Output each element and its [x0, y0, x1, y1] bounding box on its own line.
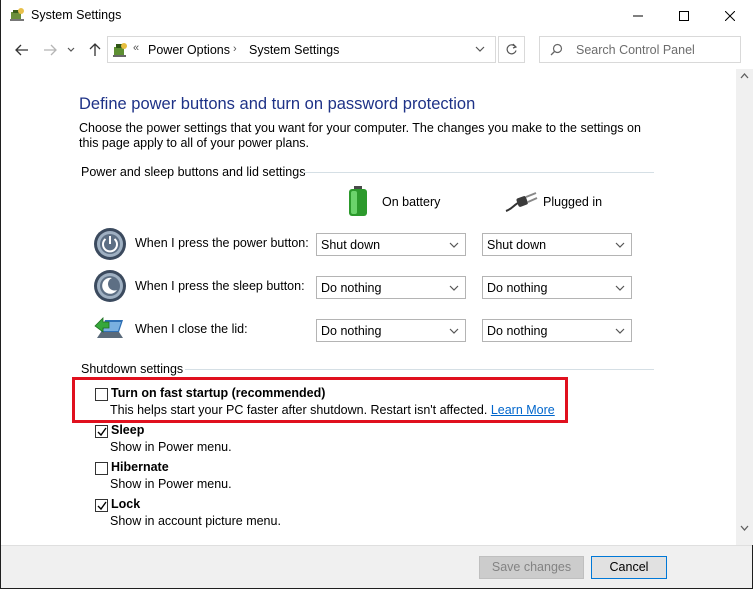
sleep-button-plugged-select[interactable]: Do nothing [482, 276, 632, 299]
content-area: Define power buttons and turn on passwor… [1, 69, 736, 545]
sleep-title: Sleep [111, 423, 145, 437]
overflow-chevron[interactable]: « [133, 42, 139, 54]
selected-value: Shut down [487, 238, 547, 252]
control-panel-icon [113, 43, 127, 57]
selected-value: Shut down [321, 238, 381, 252]
lock-checkbox[interactable] [95, 499, 108, 512]
checkmark-icon [97, 501, 107, 511]
cancel-button[interactable]: Cancel [591, 556, 667, 579]
close-button[interactable] [707, 0, 753, 31]
sleep-button-battery-select[interactable]: Do nothing [316, 276, 466, 299]
lock-description: Show in account picture menu. [110, 514, 281, 528]
hibernate-checkbox[interactable] [95, 462, 108, 475]
fast-startup-checkbox[interactable] [95, 388, 108, 401]
chevron-down-icon [449, 285, 459, 291]
forward-button[interactable] [41, 41, 59, 59]
chevron-down-icon [615, 242, 625, 248]
power-button-battery-select[interactable]: Shut down [316, 233, 466, 256]
power-button-label: When I press the power button: [135, 236, 309, 250]
back-arrow-icon [15, 44, 28, 56]
chevron-down-icon [67, 47, 75, 52]
minimize-button[interactable] [615, 0, 661, 31]
forward-arrow-icon [44, 44, 57, 56]
shutdown-group-label: Shutdown settings [81, 362, 184, 376]
buttons-group-label: Power and sleep buttons and lid settings [81, 165, 306, 179]
laptop-lid-icon [94, 317, 123, 338]
title-bar: System Settings [1, 0, 753, 31]
selected-value: Do nothing [487, 281, 548, 295]
back-button[interactable] [13, 41, 31, 59]
refresh-icon [506, 43, 518, 55]
navigation-bar: « Power Options › System Settings [1, 31, 753, 69]
lid-battery-select[interactable]: Do nothing [316, 319, 466, 342]
search-input[interactable] [576, 40, 736, 59]
address-dropdown-icon[interactable] [475, 44, 485, 54]
selected-value: Do nothing [321, 281, 382, 295]
power-options-icon [10, 8, 24, 21]
sleep-button-icon [94, 270, 126, 302]
breadcrumb-system-settings[interactable]: System Settings [249, 43, 339, 57]
fast-startup-desc-text: This helps start your PC faster after sh… [110, 403, 488, 417]
selected-value: Do nothing [487, 324, 548, 338]
save-changes-button[interactable]: Save changes [479, 556, 584, 579]
chevron-down-icon [615, 328, 625, 334]
chevron-down-icon [449, 242, 459, 248]
search-box[interactable] [539, 36, 741, 63]
hibernate-title: Hibernate [111, 460, 169, 474]
hibernate-description: Show in Power menu. [110, 477, 232, 491]
plugged-in-header: Plugged in [543, 195, 603, 209]
up-arrow-icon [89, 43, 101, 56]
learn-more-link[interactable]: Learn More [491, 403, 555, 417]
close-icon [725, 10, 735, 21]
fast-startup-description: This helps start your PC faster after sh… [110, 403, 555, 417]
power-button-plugged-select[interactable]: Shut down [482, 233, 632, 256]
power-button-icon [94, 228, 126, 260]
on-battery-header: On battery [382, 195, 441, 209]
breadcrumb-separator[interactable]: › [233, 43, 237, 55]
breadcrumb-power-options[interactable]: Power Options [148, 43, 230, 57]
checkmark-icon [97, 427, 107, 437]
lid-plugged-select[interactable]: Do nothing [482, 319, 632, 342]
footer-bar: Save changes Cancel [1, 545, 752, 588]
minimize-icon [633, 15, 643, 16]
plug-icon [505, 192, 538, 212]
group-divider [303, 172, 654, 173]
window-title: System Settings [31, 8, 122, 22]
system-settings-window: System Settings « Power Options › System… [0, 0, 753, 589]
battery-icon [349, 186, 367, 216]
chevron-down-icon [449, 328, 459, 334]
sleep-description: Show in Power menu. [110, 440, 232, 454]
vertical-scrollbar[interactable] [736, 69, 753, 545]
chevron-down-icon [615, 285, 625, 291]
maximize-icon [679, 10, 689, 21]
group-divider [185, 369, 654, 370]
lock-title: Lock [111, 497, 141, 511]
sleep-button-label: When I press the sleep button: [135, 279, 305, 293]
intro-text: Choose the power settings that you want … [79, 121, 641, 150]
recent-locations-button[interactable] [65, 41, 77, 59]
scroll-down-icon[interactable] [740, 525, 749, 531]
refresh-button[interactable] [498, 36, 525, 63]
up-button[interactable] [86, 41, 104, 59]
maximize-button[interactable] [661, 0, 707, 31]
scroll-up-icon[interactable] [740, 73, 749, 79]
lid-label: When I close the lid: [135, 322, 248, 336]
selected-value: Do nothing [321, 324, 382, 338]
sleep-checkbox[interactable] [95, 425, 108, 438]
search-icon [550, 43, 563, 56]
fast-startup-title: Turn on fast startup (recommended) [111, 386, 326, 400]
page-title: Define power buttons and turn on passwor… [79, 95, 476, 113]
address-bar[interactable]: « Power Options › System Settings [107, 36, 496, 63]
